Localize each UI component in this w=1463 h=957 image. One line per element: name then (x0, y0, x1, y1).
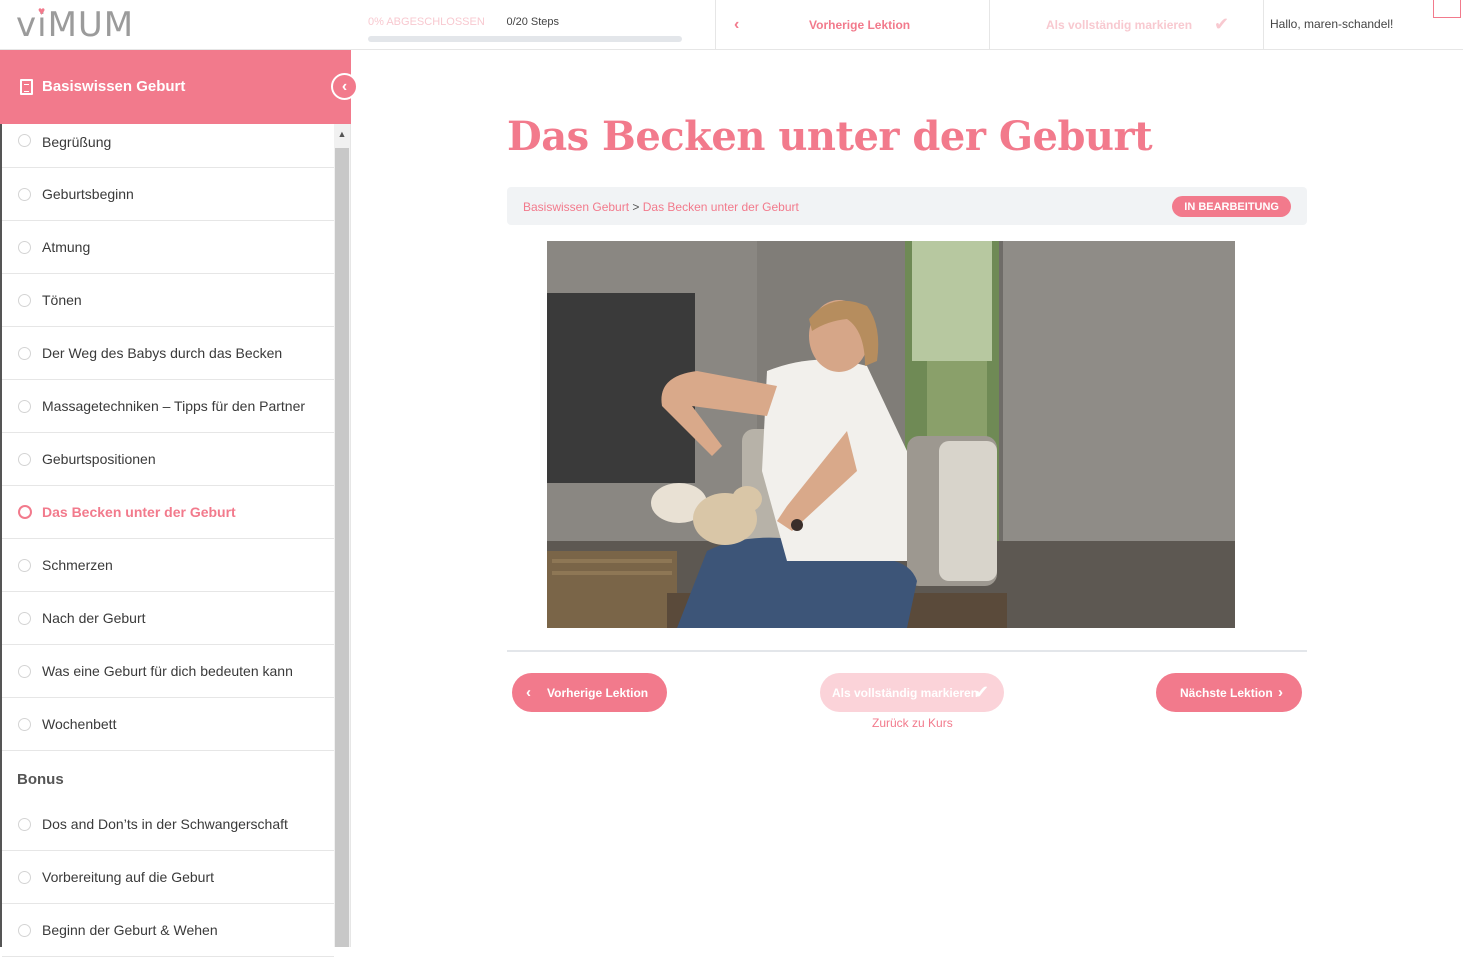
top-previous-lesson-label: Vorherige Lektion (809, 17, 911, 32)
lesson-label: Der Weg des Babys durch das Becken (42, 345, 283, 361)
previous-lesson-button[interactable]: ‹ Vorherige Lektion (512, 673, 667, 712)
back-to-course-link[interactable]: Zurück zu Kurs (872, 716, 953, 730)
breadcrumb-separator: > (632, 200, 640, 214)
status-circle-icon (18, 664, 31, 678)
check-icon: ✔ (1214, 14, 1230, 34)
breadcrumb-course-link[interactable]: Basiswissen Geburt (523, 200, 629, 214)
lesson-list: Begrüßung Geburtsbeginn Atmung Tönen Der… (2, 124, 334, 957)
lesson-item[interactable]: Dos and Don’ts in der Schwangerschaft (2, 798, 334, 851)
breadcrumb-bar: Basiswissen Geburt > Das Becken unter de… (507, 187, 1307, 225)
lesson-label: Nach der Geburt (42, 610, 146, 626)
sidebar-title[interactable]: Basiswissen Geburt (42, 78, 185, 95)
status-circle-icon (18, 346, 31, 360)
scroll-up-arrow-icon[interactable]: ▲ (334, 124, 350, 144)
lesson-item[interactable]: Nach der Geburt (2, 592, 334, 645)
lesson-label: Massagetechniken – Tipps für den Partner (42, 398, 306, 414)
status-circle-icon (18, 134, 31, 147)
lesson-label: Vorbereitung auf die Geburt (42, 869, 215, 885)
lesson-item[interactable]: Geburtsbeginn (2, 168, 334, 221)
progress-bar (368, 36, 682, 42)
lesson-video[interactable] (547, 241, 1235, 628)
lesson-label: Geburtspositionen (42, 451, 156, 467)
lesson-item[interactable]: Der Weg des Babys durch das Becken (2, 327, 334, 380)
collapse-sidebar-button[interactable]: ‹ (331, 73, 358, 100)
status-circle-icon (18, 399, 31, 413)
bonus-section-heading: Bonus (2, 751, 334, 798)
breadcrumb: Basiswissen Geburt > Das Becken unter de… (523, 200, 799, 214)
status-circle-icon (18, 870, 31, 884)
sidebar-scrollbar[interactable]: ▲ (334, 124, 350, 947)
status-circle-icon (18, 817, 31, 831)
top-mark-complete-button[interactable]: Als vollständig markieren ✔ (990, 0, 1263, 49)
lesson-item[interactable]: Geburtspositionen (2, 433, 334, 486)
status-circle-icon (18, 293, 31, 307)
status-circle-icon (18, 558, 31, 572)
lesson-label: Das Becken unter der Geburt (42, 504, 236, 520)
scrollbar-thumb[interactable] (335, 148, 349, 947)
mark-complete-label: Als vollständig markieren (832, 685, 979, 700)
lesson-item[interactable]: Was eine Geburt für dich bedeuten kann (2, 645, 334, 698)
lesson-item[interactable]: Massagetechniken – Tipps für den Partner (2, 380, 334, 433)
lesson-item[interactable]: Vorbereitung auf die Geburt (2, 851, 334, 904)
status-circle-icon (18, 611, 31, 625)
status-badge: IN BEARBEITUNG (1172, 196, 1291, 217)
lesson-item[interactable]: Beginn der Geburt & Wehen (2, 904, 334, 957)
lesson-item[interactable]: Wochenbett (2, 698, 334, 751)
status-circle-icon (18, 452, 31, 466)
top-mark-complete-label: Als vollständig markieren (1046, 17, 1193, 32)
section-label: Bonus (17, 771, 64, 788)
logo[interactable]: viMUM ♥ (16, 4, 156, 45)
lesson-label: Beginn der Geburt & Wehen (42, 922, 218, 938)
lesson-item[interactable]: Begrüßung (2, 124, 334, 168)
lesson-label: Schmerzen (42, 557, 113, 573)
lesson-label: Wochenbett (42, 716, 117, 732)
status-circle-icon (18, 717, 31, 731)
document-icon (20, 79, 33, 95)
menu-toggle-button[interactable] (1433, 0, 1461, 18)
chevron-left-icon: ‹ (341, 77, 348, 95)
next-lesson-button[interactable]: Nächste Lektion › (1156, 673, 1302, 712)
content-divider (507, 650, 1307, 652)
progress-steps: 0/20 Steps (506, 16, 560, 28)
sidebar-header: Basiswissen Geburt (0, 50, 351, 124)
course-progress: 0% ABGESCHLOSSEN 0/20 Steps (368, 12, 682, 42)
user-greeting[interactable]: Hallo, maren-schandel! (1270, 17, 1393, 31)
lesson-item[interactable]: Atmung (2, 221, 334, 274)
heart-icon: ♥ (38, 4, 46, 18)
top-previous-lesson-button[interactable]: ‹ Vorherige Lektion (716, 0, 989, 49)
progress-label: 0% ABGESCHLOSSEN (368, 16, 485, 28)
top-bar: viMUM ♥ 0% ABGESCHLOSSEN 0/20 Steps ‹ Vo… (0, 0, 1463, 50)
lesson-label: Atmung (42, 239, 91, 255)
chevron-left-icon: ‹ (734, 15, 740, 33)
status-circle-icon (18, 923, 31, 937)
breadcrumb-lesson-link[interactable]: Das Becken unter der Geburt (643, 200, 799, 214)
lesson-item[interactable]: Schmerzen (2, 539, 334, 592)
chevron-left-icon: ‹ (526, 684, 531, 701)
status-circle-icon (18, 240, 31, 254)
course-sidebar: Basiswissen Geburt ‹ Begrüßung Geburtsbe… (0, 50, 358, 957)
lesson-item[interactable]: Tönen (2, 274, 334, 327)
previous-lesson-label: Vorherige Lektion (547, 685, 649, 700)
status-circle-icon (18, 187, 31, 201)
check-icon: ✔ (974, 682, 990, 702)
status-circle-icon (18, 505, 32, 519)
lesson-label: Begrüßung (42, 134, 112, 150)
lesson-label: Was eine Geburt für dich bedeuten kann (42, 663, 293, 679)
page-title: Das Becken unter der Geburt (507, 113, 1153, 160)
lesson-label: Geburtsbeginn (42, 186, 134, 202)
chevron-right-icon: › (1278, 684, 1283, 701)
logo-text: viMUM (16, 5, 135, 45)
mark-complete-button[interactable]: Als vollständig markieren ✔ (820, 673, 1004, 712)
next-lesson-label: Nächste Lektion (1180, 685, 1273, 700)
lesson-item-active[interactable]: Das Becken unter der Geburt (2, 486, 334, 539)
video-frame-image (547, 241, 1235, 628)
divider (1263, 0, 1264, 49)
lesson-label: Tönen (42, 292, 82, 308)
lesson-label: Dos and Don’ts in der Schwangerschaft (42, 816, 288, 832)
